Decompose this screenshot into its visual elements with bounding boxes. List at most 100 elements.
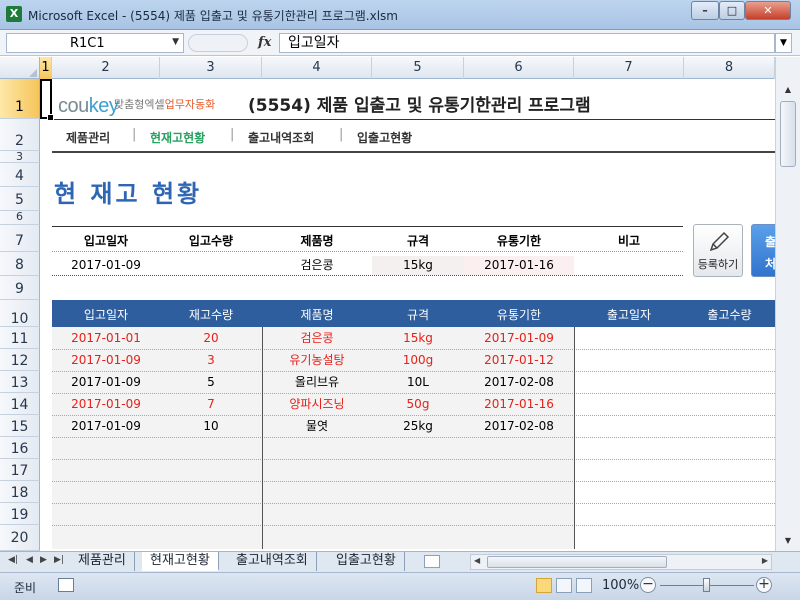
row-header[interactable]: 8 bbox=[0, 252, 40, 276]
cell-date[interactable]: 2017-01-09 bbox=[52, 393, 160, 415]
first-sheet-icon[interactable]: ◀| bbox=[8, 555, 18, 565]
sheet-tab-outbound-history[interactable]: 출고내역조회 bbox=[228, 552, 317, 571]
column-header[interactable]: 7 bbox=[574, 57, 684, 79]
cell-spec[interactable]: 15kg bbox=[372, 327, 464, 349]
cell-product[interactable]: 유기농설탕 bbox=[262, 349, 372, 371]
row-header[interactable]: 5 bbox=[0, 187, 40, 211]
nav-link-current-stock[interactable]: 현재고현황 bbox=[150, 129, 205, 146]
row-header[interactable]: 14 bbox=[0, 393, 40, 415]
outbound-process-button[interactable]: 출 처 bbox=[751, 224, 775, 277]
register-button[interactable]: 등록하기 bbox=[693, 224, 743, 277]
zoom-in-icon[interactable]: + bbox=[756, 577, 772, 593]
cell-stock[interactable]: 20 bbox=[160, 327, 262, 349]
page-layout-view-icon[interactable] bbox=[556, 578, 572, 593]
column-header[interactable]: 2 bbox=[52, 57, 160, 79]
name-box[interactable]: R1C1 ▼ bbox=[6, 33, 184, 53]
cell-expiry[interactable]: 2017-01-12 bbox=[464, 349, 574, 371]
column-header[interactable]: 5 bbox=[372, 57, 464, 79]
cell-spec[interactable]: 50g bbox=[372, 393, 464, 415]
input-date-field[interactable]: 2017-01-09 bbox=[52, 256, 160, 275]
row-header[interactable]: 4 bbox=[0, 163, 40, 187]
vertical-scroll-thumb[interactable] bbox=[780, 101, 796, 167]
row-header[interactable]: 10 bbox=[0, 300, 40, 327]
active-cell-selection[interactable] bbox=[40, 79, 54, 121]
cell-stock[interactable]: 7 bbox=[160, 393, 262, 415]
row-header[interactable]: 19 bbox=[0, 503, 40, 525]
cell-date[interactable]: 2017-01-09 bbox=[52, 349, 160, 371]
cell-stock[interactable]: 3 bbox=[160, 349, 262, 371]
chevron-down-icon[interactable]: ▼ bbox=[172, 37, 179, 47]
row-header[interactable]: 12 bbox=[0, 349, 40, 371]
row-header[interactable]: 15 bbox=[0, 415, 40, 437]
scroll-down-icon[interactable]: ▼ bbox=[779, 532, 797, 549]
zoom-level[interactable]: 100% bbox=[602, 578, 639, 593]
row-header[interactable]: 16 bbox=[0, 437, 40, 459]
cell-expiry[interactable]: 2017-01-16 bbox=[464, 393, 574, 415]
row-header[interactable]: 20 bbox=[0, 525, 40, 551]
cell-product[interactable]: 양파시즈닝 bbox=[262, 393, 372, 415]
prev-sheet-icon[interactable]: ◀ bbox=[26, 555, 33, 565]
cell-product[interactable]: 올리브유 bbox=[262, 371, 372, 393]
cell-product[interactable]: 물엿 bbox=[262, 415, 372, 437]
cell-date[interactable]: 2017-01-01 bbox=[52, 327, 160, 349]
horizontal-scrollbar[interactable]: ◀ ▶ bbox=[470, 554, 772, 570]
scroll-right-icon[interactable]: ▶ bbox=[762, 556, 768, 565]
column-header[interactable]: 6 bbox=[464, 57, 574, 79]
last-sheet-icon[interactable]: ▶| bbox=[54, 555, 64, 565]
vertical-scrollbar[interactable]: ▲ ▼ bbox=[775, 57, 800, 551]
horizontal-scroll-thumb[interactable] bbox=[487, 556, 667, 568]
cell-date[interactable]: 2017-01-09 bbox=[52, 371, 160, 393]
scroll-up-icon[interactable]: ▲ bbox=[779, 81, 797, 98]
cell-expiry[interactable]: 2017-02-08 bbox=[464, 415, 574, 437]
input-expiry-field[interactable]: 2017-01-16 bbox=[464, 256, 574, 275]
cell-expiry[interactable]: 2017-01-09 bbox=[464, 327, 574, 349]
row-header[interactable]: 3 bbox=[0, 151, 40, 163]
select-all-button[interactable] bbox=[0, 57, 40, 79]
row-header[interactable]: 7 bbox=[0, 225, 40, 252]
macro-record-icon[interactable] bbox=[58, 578, 74, 592]
nav-link-outbound-history[interactable]: 출고내역조회 bbox=[248, 129, 314, 146]
row-header[interactable]: 11 bbox=[0, 327, 40, 349]
row-header[interactable]: 18 bbox=[0, 481, 40, 503]
normal-view-icon[interactable] bbox=[536, 578, 552, 593]
cell-spec[interactable]: 100g bbox=[372, 349, 464, 371]
zoom-slider-thumb[interactable] bbox=[703, 578, 710, 592]
nav-link-products[interactable]: 제품관리 bbox=[66, 129, 110, 146]
worksheet[interactable]: coukey 맞춤형엑셀업무자동화 (5554) 제품 입출고 및 유통기한관리… bbox=[40, 79, 775, 551]
cell-date[interactable]: 2017-01-09 bbox=[52, 415, 160, 437]
input-note-field[interactable] bbox=[574, 256, 684, 275]
expand-formula-bar-icon[interactable]: ▼ bbox=[775, 33, 792, 53]
row-header[interactable]: 9 bbox=[0, 276, 40, 300]
row-header[interactable]: 13 bbox=[0, 371, 40, 393]
column-header[interactable]: 4 bbox=[262, 57, 372, 79]
cell-stock[interactable]: 5 bbox=[160, 371, 262, 393]
input-product-field[interactable]: 검은콩 bbox=[262, 256, 372, 275]
page-break-view-icon[interactable] bbox=[576, 578, 592, 593]
cell-spec[interactable]: 10L bbox=[372, 371, 464, 393]
sheet-tab-products[interactable]: 제품관리 bbox=[70, 552, 135, 571]
scroll-left-icon[interactable]: ◀ bbox=[474, 556, 480, 565]
row-header[interactable]: 1 bbox=[0, 79, 40, 119]
cell-stock[interactable]: 10 bbox=[160, 415, 262, 437]
formula-input[interactable]: 입고일자 bbox=[279, 33, 775, 53]
maximize-button[interactable]: □ bbox=[719, 1, 745, 20]
insert-function-icon[interactable]: fx bbox=[258, 35, 271, 50]
sheet-tab-current-stock[interactable]: 현재고현황 bbox=[142, 552, 219, 571]
input-qty-field[interactable] bbox=[160, 256, 262, 275]
excel-app-icon[interactable]: X bbox=[6, 6, 22, 22]
insert-sheet-icon[interactable] bbox=[424, 555, 440, 568]
cell-product[interactable]: 검은콩 bbox=[262, 327, 372, 349]
column-header[interactable]: 8 bbox=[684, 57, 775, 79]
cell-expiry[interactable]: 2017-02-08 bbox=[464, 371, 574, 393]
cell-spec[interactable]: 25kg bbox=[372, 415, 464, 437]
minimize-button[interactable]: – bbox=[691, 1, 719, 20]
column-header[interactable]: 3 bbox=[160, 57, 262, 79]
row-header[interactable]: 2 bbox=[0, 119, 40, 151]
input-spec-field[interactable]: 15kg bbox=[372, 256, 464, 275]
zoom-out-icon[interactable]: − bbox=[640, 577, 656, 593]
column-header[interactable]: 1 bbox=[40, 57, 52, 79]
row-header[interactable]: 6 bbox=[0, 211, 40, 225]
close-button[interactable]: ✕ bbox=[745, 1, 791, 20]
row-header[interactable]: 17 bbox=[0, 459, 40, 481]
next-sheet-icon[interactable]: ▶ bbox=[40, 555, 47, 565]
